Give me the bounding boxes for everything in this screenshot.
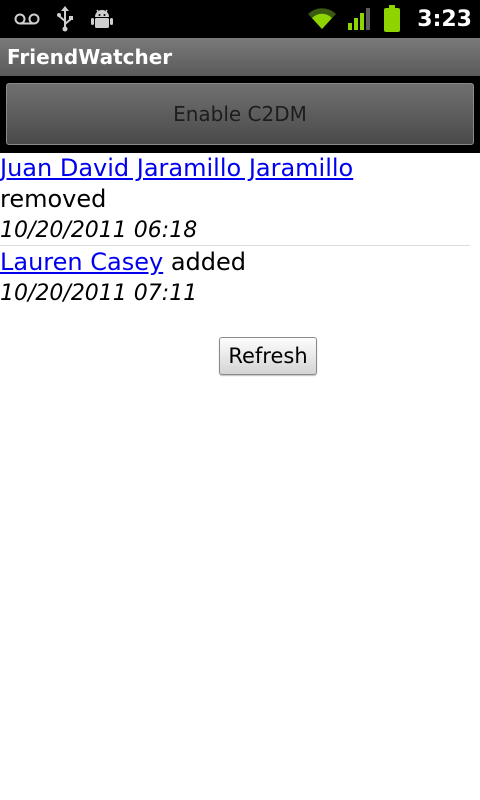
app-title: FriendWatcher [7,45,173,69]
wifi-icon [307,7,337,31]
enable-c2dm-button[interactable]: Enable C2DM [6,83,474,145]
friend-action: removed [0,185,107,213]
status-time: 3:23 [417,6,472,32]
list-item: Juan David Jaramillo Jaramillo removed 1… [0,153,480,246]
battery-icon [383,5,401,33]
android-debug-icon [90,7,114,31]
entry-timestamp: 10/20/2011 06:18 [0,218,198,243]
status-bar: 3:23 [0,0,480,38]
friend-action: added [170,248,246,276]
entry-timestamp: 10/20/2011 07:11 [0,281,198,306]
refresh-button[interactable]: Refresh [219,337,317,375]
list-divider [0,245,470,246]
list-item: Lauren Casey added 10/20/2011 07:11 [0,247,480,309]
friend-name-link[interactable]: Juan David Jaramillo Jaramillo [0,154,353,182]
signal-icon [347,7,373,31]
app-title-bar: FriendWatcher [0,38,480,76]
friend-name-link[interactable]: Lauren Casey [0,248,163,276]
voicemail-icon [14,12,40,26]
usb-icon [56,6,74,32]
